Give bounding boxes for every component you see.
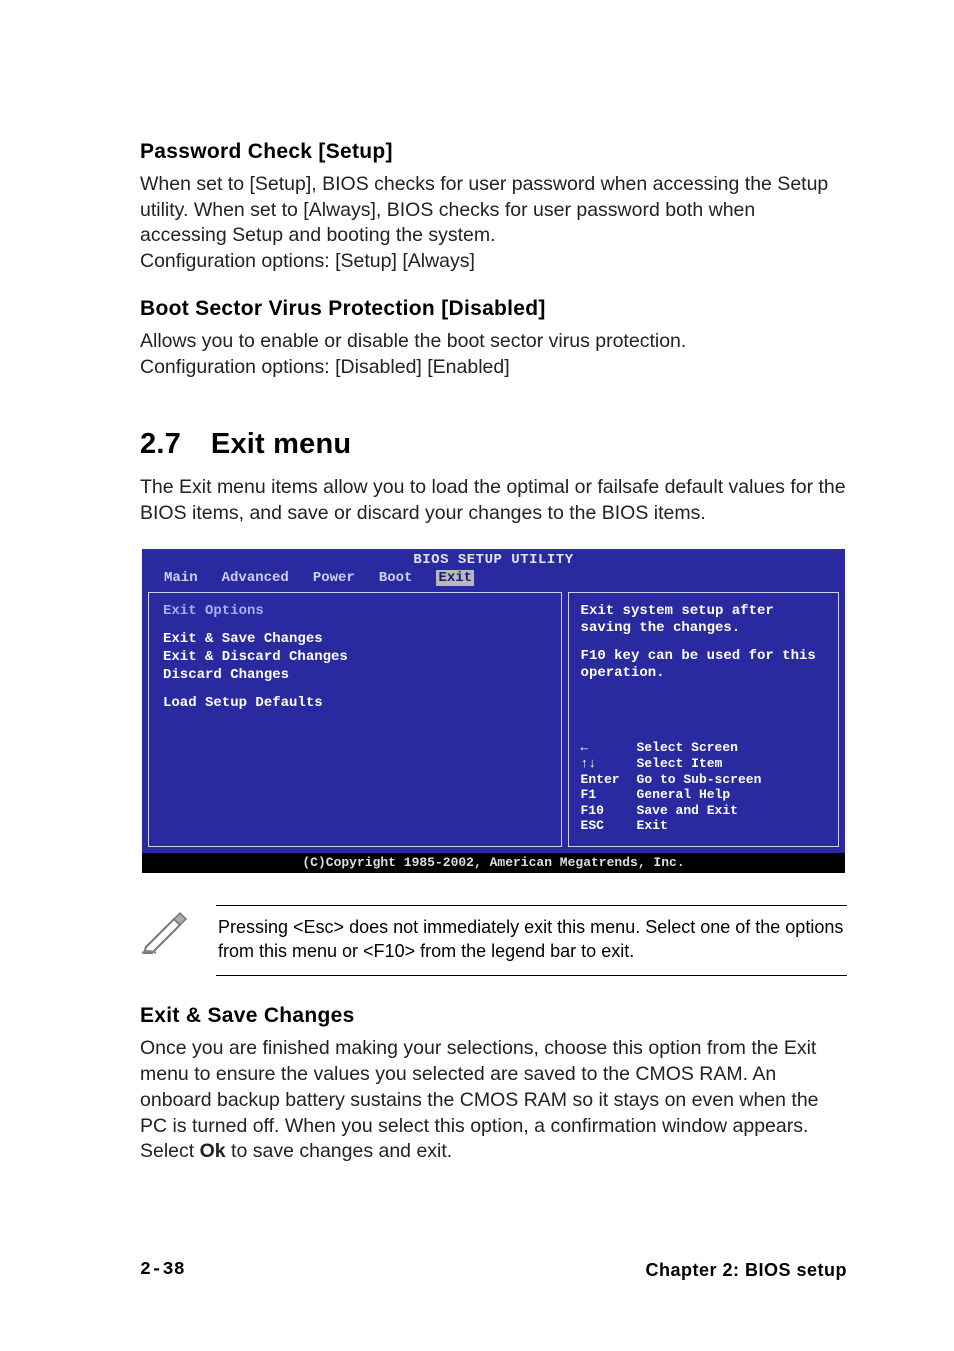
section-number: 2.7 xyxy=(140,428,181,461)
tab-advanced[interactable]: Advanced xyxy=(222,570,289,586)
bios-option-save[interactable]: Exit & Save Changes xyxy=(163,631,547,647)
text-segment: to save changes and exit. xyxy=(226,1140,453,1162)
bios-help-line1: Exit system setup after saving the chang… xyxy=(581,603,828,638)
heading-password-check: Password Check [Setup] xyxy=(140,140,847,164)
key-label: Save and Exit xyxy=(637,803,738,819)
key-updown-arrow-icon: ↑↓ xyxy=(581,756,629,772)
note-row: Pressing <Esc> does not immediately exit… xyxy=(140,905,847,977)
key-label: Select Item xyxy=(637,756,723,772)
chapter-label: Chapter 2: BIOS setup xyxy=(645,1260,847,1281)
key-label: Exit xyxy=(637,818,668,834)
bios-title: BIOS SETUP UTILITY xyxy=(142,549,845,568)
bios-help-line2: F10 key can be used for this operation. xyxy=(581,648,828,683)
key-row: ESC Exit xyxy=(581,818,828,834)
bios-copyright: (C)Copyright 1985-2002, American Megatre… xyxy=(142,853,845,873)
key-label: Go to Sub-screen xyxy=(637,772,762,788)
bios-left-pane: Exit Options Exit & Save Changes Exit & … xyxy=(148,592,562,847)
pencil-note-icon xyxy=(140,905,192,960)
bios-keys: ← Select Screen ↑↓ Select Item Enter Go to … xyxy=(581,740,828,834)
tab-exit[interactable]: Exit xyxy=(436,570,474,586)
text-password-check: When set to [Setup], BIOS checks for use… xyxy=(140,172,847,275)
page-footer: 2-38 Chapter 2: BIOS setup xyxy=(140,1260,847,1281)
tab-main[interactable]: Main xyxy=(164,570,198,586)
page-number: 2-38 xyxy=(140,1260,185,1281)
bios-help-text: Exit system setup after saving the chang… xyxy=(581,603,828,693)
key-left-arrow-icon: ← xyxy=(581,740,629,756)
heading-exit-save: Exit & Save Changes xyxy=(140,1004,847,1028)
tab-boot[interactable]: Boot xyxy=(379,570,413,586)
key-f10: F10 xyxy=(581,803,629,819)
bios-group-title: Exit Options xyxy=(163,603,547,619)
bios-option-discard-exit[interactable]: Exit & Discard Changes xyxy=(163,649,547,665)
key-row: F10 Save and Exit xyxy=(581,803,828,819)
heading-boot-sector: Boot Sector Virus Protection [Disabled] xyxy=(140,297,847,321)
key-label: Select Screen xyxy=(637,740,738,756)
heading-exit-menu: 2.7 Exit menu xyxy=(140,428,847,461)
key-row: F1 General Help xyxy=(581,787,828,803)
bios-setup-box: BIOS SETUP UTILITY Main Advanced Power B… xyxy=(140,547,847,875)
key-row: Enter Go to Sub-screen xyxy=(581,772,828,788)
note-text: Pressing <Esc> does not immediately exit… xyxy=(216,905,847,977)
tab-power[interactable]: Power xyxy=(313,570,355,586)
text-exit-intro: The Exit menu items allow you to load th… xyxy=(140,475,847,526)
bios-option-defaults[interactable]: Load Setup Defaults xyxy=(163,695,547,711)
text-bold-ok: Ok xyxy=(200,1140,226,1162)
key-enter: Enter xyxy=(581,772,629,788)
bios-right-pane: Exit system setup after saving the chang… xyxy=(568,592,839,847)
section-title: Exit menu xyxy=(211,428,351,460)
key-f1: F1 xyxy=(581,787,629,803)
key-label: General Help xyxy=(637,787,731,803)
key-row: ↑↓ Select Item xyxy=(581,756,828,772)
key-row: ← Select Screen xyxy=(581,740,828,756)
text-exit-save: Once you are finished making your select… xyxy=(140,1036,847,1165)
bios-option-discard[interactable]: Discard Changes xyxy=(163,667,547,683)
key-esc: ESC xyxy=(581,818,629,834)
bios-tabs: Main Advanced Power Boot Exit xyxy=(142,568,845,592)
text-boot-sector: Allows you to enable or disable the boot… xyxy=(140,329,847,380)
bios-body: Exit Options Exit & Save Changes Exit & … xyxy=(142,592,845,853)
